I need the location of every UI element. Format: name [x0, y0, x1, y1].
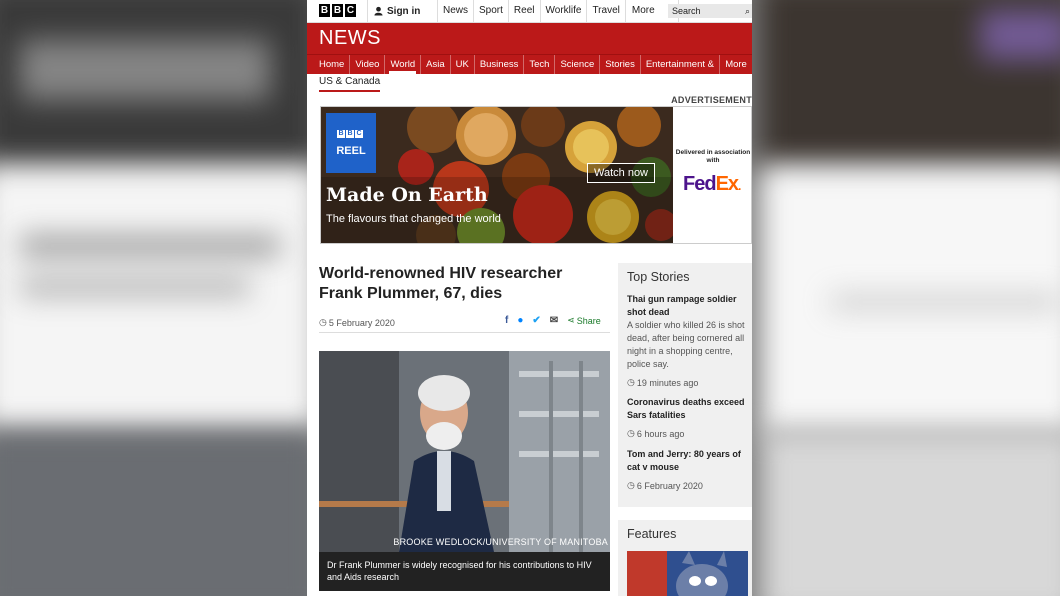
top-story-time: ◷ 6 February 2020 [627, 480, 749, 491]
top-story-title[interactable]: Tom and Jerry: 80 years of cat v mouse [627, 448, 749, 474]
section-item-asia[interactable]: Asia [421, 55, 451, 74]
sponsor-text: Delivered in association with [675, 149, 751, 164]
section-item-world[interactable]: World [385, 55, 422, 74]
browser-page: B B C Sign in News Sport Reel Worklife T… [307, 0, 752, 596]
clock-icon: ◷ [627, 428, 635, 438]
top-nav-item-worklife[interactable]: Worklife [539, 0, 587, 22]
top-story-time: ◷ 19 minutes ago [627, 377, 749, 388]
bbc-logo[interactable]: B B C [319, 4, 356, 17]
reel-logo-letter: C [355, 130, 363, 138]
tom-and-jerry-image [627, 551, 748, 596]
news-header: NEWS [307, 23, 752, 54]
top-nav-item-news[interactable]: News [437, 0, 473, 22]
clock-icon: ◷ [627, 480, 635, 490]
share-button[interactable]: ⋖ Share [567, 315, 601, 326]
portrait-image [319, 351, 610, 552]
features-title: Features [627, 527, 677, 541]
search-icon[interactable]: ⌕ [745, 4, 750, 18]
article-date: ◷ 5 February 2020 [319, 317, 395, 328]
section-item-entertainment-arts[interactable]: Entertainment & Arts [641, 55, 721, 89]
top-nav-item-travel[interactable]: Travel [586, 0, 624, 22]
top-story-item[interactable]: Coronavirus deaths exceed Sars fatalitie… [627, 396, 749, 439]
top-nav: News Sport Reel Worklife Travel More ▾ [437, 0, 679, 22]
ad-title: Made On Earth [326, 184, 488, 206]
search-placeholder: Search [672, 6, 701, 16]
section-item-uk[interactable]: UK [451, 55, 475, 74]
news-brand-logo[interactable]: NEWS [319, 27, 381, 50]
sign-in-link[interactable]: Sign in [367, 0, 420, 22]
photo-credit: BROOKE WEDLOCK/UNIVERSITY OF MANITOBA [393, 537, 608, 547]
chevron-down-icon: ▾ [725, 81, 729, 88]
fedex-logo-dot: . [738, 179, 742, 193]
more-label: More [631, 5, 655, 16]
top-story-time-text: 6 hours ago [636, 428, 685, 439]
advertisement-banner[interactable]: B B C REEL Made On Earth The flavours th… [320, 106, 752, 244]
section-more-label: More [725, 59, 747, 70]
logo-letter: B [332, 4, 343, 17]
section-item-video[interactable]: Video [350, 55, 386, 74]
ad-tagline: The flavours that changed the world [326, 213, 501, 225]
bbc-reel-logo: B B C REEL [326, 113, 376, 173]
reel-logo-letter: B [337, 130, 345, 138]
top-story-time-text: 19 minutes ago [636, 377, 699, 388]
logo-letter: C [345, 4, 356, 17]
section-item-tech[interactable]: Tech [524, 55, 556, 74]
top-story-title[interactable]: Thai gun rampage soldier shot dead [627, 293, 749, 319]
fedex-logo-fed: Fed [683, 173, 717, 195]
advertisement-label: ADVERTISEMENT [671, 95, 752, 105]
top-story-time-text: 6 February 2020 [636, 480, 703, 491]
clock-icon: ◷ [627, 377, 635, 387]
bbc-top-bar: B B C Sign in News Sport Reel Worklife T… [307, 0, 752, 23]
subsection-link-us-canada[interactable]: US & Canada [319, 76, 381, 92]
article-date-text: 5 February 2020 [328, 317, 395, 328]
section-item-business[interactable]: Business [475, 55, 525, 74]
top-nav-item-reel[interactable]: Reel [507, 0, 540, 22]
twitter-icon[interactable]: ✔ [532, 315, 540, 326]
reel-logo-letter: B [346, 130, 354, 138]
top-story-summary: A soldier who killed 26 is shot dead, af… [627, 320, 745, 369]
watch-now-button[interactable]: Watch now [587, 163, 656, 183]
top-story-time: ◷ 6 hours ago [627, 428, 749, 439]
article-photo: BROOKE WEDLOCK/UNIVERSITY OF MANITOBA Dr… [319, 351, 610, 591]
spices-image: B B C REEL Made On Earth The flavours th… [321, 107, 673, 243]
search-input[interactable]: Search ⌕ [668, 4, 752, 18]
reel-label: REEL [336, 145, 366, 157]
logo-letter: B [319, 4, 330, 17]
fedex-logo: FedEx. [683, 173, 742, 196]
photo-caption: Dr Frank Plummer is widely recognised fo… [319, 552, 610, 591]
top-stories-title: Top Stories [627, 270, 690, 284]
article-meta: ◷ 5 February 2020 f ● ✔ ✉ ⋖ Share [319, 310, 610, 333]
sponsor-panel: Delivered in association with FedEx. [673, 107, 751, 243]
features-panel: Features [618, 520, 752, 596]
section-item-stories[interactable]: Stories [600, 55, 641, 74]
share-tools: f ● ✔ ✉ ⋖ Share [505, 315, 601, 326]
top-nav-item-sport[interactable]: Sport [473, 0, 508, 22]
messenger-icon[interactable]: ● [517, 315, 523, 326]
clock-icon: ◷ [319, 317, 327, 327]
features-thumbnail[interactable] [627, 551, 748, 596]
share-label: Share [576, 315, 601, 326]
user-icon [374, 6, 383, 16]
top-stories-panel: Top Stories Thai gun rampage soldier sho… [618, 263, 752, 507]
top-story-item[interactable]: Thai gun rampage soldier shot dead A sol… [627, 293, 749, 388]
article-headline: World-renowned HIV researcher Frank Plum… [319, 265, 563, 302]
facebook-icon[interactable]: f [505, 315, 508, 326]
share-icon: ⋖ [567, 315, 575, 325]
section-item-home[interactable]: Home [307, 55, 351, 74]
section-item-science[interactable]: Science [555, 55, 601, 74]
sign-in-label: Sign in [387, 5, 421, 17]
section-more-menu[interactable]: More ▾ [720, 55, 752, 88]
top-story-item[interactable]: Tom and Jerry: 80 years of cat v mouse ◷… [627, 448, 749, 491]
section-nav: Home Video World Asia UK Business Tech S… [307, 54, 752, 89]
top-story-title[interactable]: Coronavirus deaths exceed Sars fatalitie… [627, 396, 749, 422]
fedex-logo-ex: Ex [715, 173, 739, 195]
email-icon[interactable]: ✉ [550, 315, 558, 326]
